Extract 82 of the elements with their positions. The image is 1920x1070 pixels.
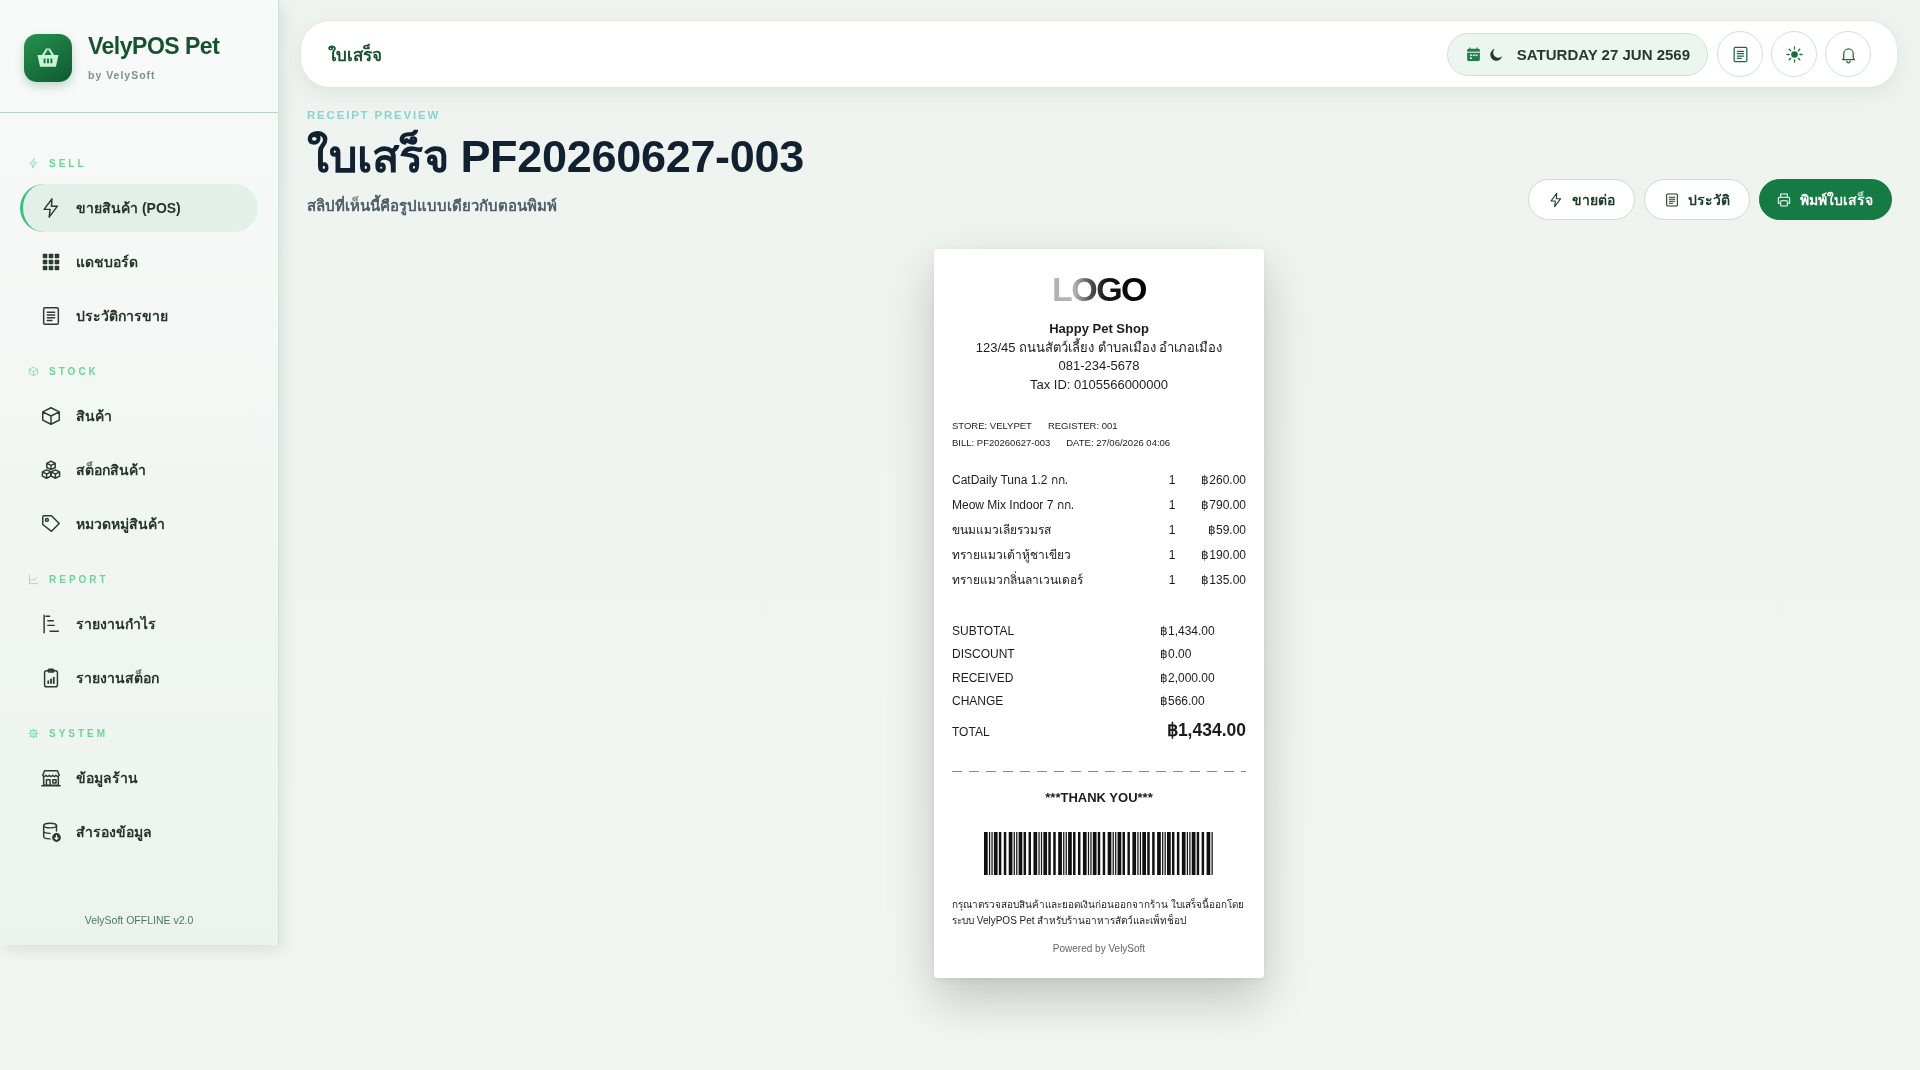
section-label: SYSTEM — [49, 727, 109, 739]
total-value: ฿1,434.00 — [1165, 719, 1246, 743]
boxes-icon — [40, 459, 62, 481]
item-name: ขนมแมวเลียรวมรส — [952, 522, 1052, 539]
nav-item[interactable]: ขายสินค้า (POS) — [20, 184, 258, 232]
document-button[interactable] — [1717, 31, 1763, 77]
line-chart-icon — [28, 573, 39, 585]
nav-item[interactable]: แดชบอร์ด — [20, 238, 258, 286]
nav-item[interactable]: สินค้า — [20, 392, 258, 440]
nav-item[interactable]: รายงานกำไร — [20, 600, 258, 648]
lightning-icon — [28, 157, 39, 169]
total-value: ฿2,000.00 — [1160, 669, 1216, 687]
nav-item[interactable]: สำรองข้อมูล — [20, 808, 258, 856]
total-value: ฿566.00 — [1160, 692, 1206, 710]
database-icon — [40, 821, 62, 843]
item-qty: 1 — [1167, 572, 1177, 589]
page-subtitle: สลิปที่เห็นนี้คือรูปแบบเดียวกับตอนพิมพ์ — [307, 196, 804, 216]
nav-item[interactable]: สต็อกสินค้า — [20, 446, 258, 494]
calendar-icon — [1464, 45, 1482, 63]
item-qty: 1 — [1167, 497, 1177, 514]
receipt-note: กรุณาตรวจสอบสินค้าและยอดเงินก่อนออกจากร้าน ใบเสร็จนี้ออกโดยระบบ VelyPOS Pet สำหรับร้านอาหารสัตว์และเพ็ทช็อป — [952, 897, 1245, 929]
document-icon — [40, 305, 62, 327]
total-value: ฿0.00 — [1160, 646, 1193, 664]
store-icon — [40, 767, 62, 789]
bar-list-icon — [40, 613, 62, 635]
total-label: DISCOUNT — [952, 646, 1016, 664]
print-button[interactable]: พิมพ์ใบเสร็จ — [1759, 179, 1892, 220]
receipt-meta-text: BILL: PF20260627-003 — [952, 436, 1051, 450]
thank-you-text: ***THANK YOU*** — [1045, 789, 1153, 808]
box-icon — [28, 365, 39, 377]
tax-id-text: Tax ID: 0105566000000 — [1029, 375, 1169, 394]
document-icon — [1664, 191, 1680, 208]
sun-button[interactable] — [1771, 31, 1817, 77]
total-label: TOTAL — [952, 724, 991, 742]
app-name: VelyPOS Pet — [88, 32, 220, 60]
shop-phone: 081-234-5678 — [1058, 357, 1140, 375]
total-label: CHANGE — [952, 692, 1005, 710]
nav-item[interactable]: ข้อมูลร้าน — [20, 754, 258, 802]
app-byline: by VelySoft — [88, 69, 157, 81]
item-qty: 1 — [1167, 522, 1177, 539]
grid-icon — [40, 251, 62, 273]
receipt-meta-text: DATE: 27/06/2026 04:06 — [1066, 436, 1171, 450]
item-price: ฿190.00 — [1200, 547, 1246, 564]
settings-icon — [28, 727, 39, 739]
item-name: CatDaily Tuna 1.2 กก. — [952, 472, 1070, 489]
eyebrow-text: RECEIPT PREVIEW — [307, 108, 442, 122]
lightning-icon — [1548, 191, 1564, 208]
item-qty: 1 — [1167, 472, 1177, 489]
total-label: RECEIVED — [952, 669, 1015, 687]
section-label: SELL — [49, 157, 87, 169]
receipt-meta-text: STORE: VELYPET — [952, 419, 1032, 433]
box-icon — [40, 405, 62, 427]
nav-item[interactable]: หมวดหมู่สินค้า — [20, 500, 258, 548]
total-value: ฿1,434.00 — [1160, 623, 1216, 640]
section-label: REPORT — [49, 573, 109, 585]
tag-icon — [40, 513, 62, 535]
date-text: SATURDAY 27 JUN 2569 — [1516, 45, 1690, 63]
shop-address: 123/45 ถนนสัตว์เลี้ยง ตำบลเมือง อำเภอเมือง — [975, 338, 1223, 357]
powered-by-text: Powered by VelySoft — [1052, 942, 1146, 957]
item-name: ทรายแมวเต้าหู้ชาเขียว — [952, 547, 1072, 565]
total-label: SUBTOTAL — [952, 623, 1016, 640]
notification-button[interactable] — [1825, 31, 1871, 77]
basket-logo-icon — [24, 34, 72, 82]
item-price: ฿59.00 — [1206, 522, 1246, 539]
item-name: Meow Mix Indoor 7 กก. — [952, 497, 1076, 514]
sun-icon — [1784, 44, 1804, 64]
action-button[interactable]: ประวัติ — [1644, 179, 1750, 220]
version-text: VelySoft OFFLINE v2.0 — [83, 914, 195, 928]
receipt-meta-text: REGISTER: 001 — [1047, 419, 1118, 433]
action-button[interactable]: ขายต่อ — [1528, 179, 1635, 220]
nav-item[interactable]: รายงานสต็อก — [20, 654, 258, 702]
item-price: ฿135.00 — [1200, 572, 1246, 589]
section-label: STOCK — [49, 365, 99, 377]
item-name: ทรายแมวกลิ่นลาเวนเดอร์ — [952, 570, 1084, 589]
nav-item[interactable]: ประวัติการขาย — [20, 292, 258, 340]
header-title: ใบเสร็จ — [328, 42, 382, 67]
shop-name: Happy Pet Shop — [1049, 320, 1149, 338]
item-price: ฿260.00 — [1200, 472, 1246, 489]
printer-icon — [1776, 191, 1792, 208]
item-qty: 1 — [1167, 547, 1177, 564]
page-title: ใบเสร็จ PF20260627-003 — [307, 129, 804, 184]
item-price: ฿790.00 — [1200, 497, 1246, 514]
